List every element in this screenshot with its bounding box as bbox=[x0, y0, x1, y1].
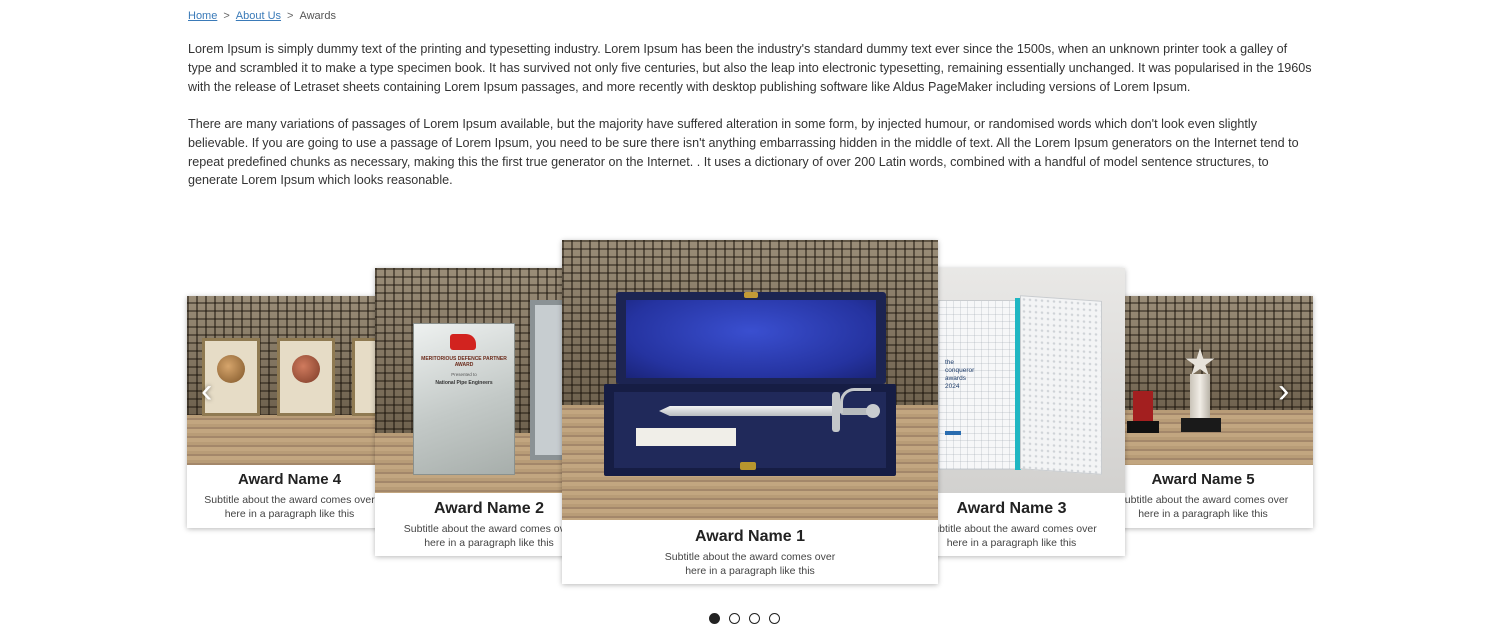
award-5-title: Award Name 5 bbox=[1151, 471, 1255, 488]
breadcrumb-separator: > bbox=[287, 10, 294, 22]
plaque-presented: Presented to bbox=[451, 372, 477, 377]
award-card-5[interactable]: Award Name 5 Subtitle about the award co… bbox=[1093, 296, 1313, 528]
breadcrumb-home-link[interactable]: Home bbox=[188, 10, 217, 22]
certificate-line1: the bbox=[945, 359, 955, 366]
breadcrumb: Home > About Us > Awards bbox=[188, 10, 336, 22]
prev-arrow[interactable]: ‹ bbox=[201, 374, 212, 408]
certificate-line2: conqueror bbox=[945, 367, 975, 374]
award-4-photo bbox=[187, 296, 392, 465]
award-4-subtitle: Subtitle about the award comes over here… bbox=[204, 494, 375, 520]
award-card-1[interactable]: Award Name 1 Subtitle about the award co… bbox=[562, 240, 938, 584]
award-4-title: Award Name 4 bbox=[237, 471, 342, 488]
award-1-subtitle: Subtitle about the award comes over here… bbox=[664, 551, 836, 577]
award-1-photo bbox=[562, 240, 938, 520]
carousel-pagination bbox=[709, 613, 780, 624]
award-1-title: Award Name 1 bbox=[695, 528, 805, 545]
chevron-left-icon: ‹ bbox=[201, 372, 213, 410]
breadcrumb-separator: > bbox=[223, 10, 230, 22]
pagination-dot-3[interactable] bbox=[749, 613, 760, 624]
pagination-dot-1[interactable] bbox=[709, 613, 720, 624]
plaque-recipient: National Pipe Engineers bbox=[435, 380, 493, 386]
certificate-line3: awards bbox=[945, 375, 966, 382]
secondary-paragraph: There are many variations of passages of… bbox=[188, 117, 1299, 188]
certificate-line4: 2024 bbox=[945, 383, 960, 390]
pagination-dot-4[interactable] bbox=[769, 613, 780, 624]
chevron-right-icon: › bbox=[1278, 372, 1290, 410]
breadcrumb-current: Awards bbox=[299, 10, 336, 22]
award-5-subtitle: Subtitle about the award comes over here… bbox=[1117, 494, 1289, 520]
next-arrow[interactable]: › bbox=[1278, 374, 1289, 408]
pagination-dot-2[interactable] bbox=[729, 613, 740, 624]
intro-paragraph: Lorem Ipsum is simply dummy text of the … bbox=[188, 42, 1312, 94]
plaque-heading: MERITORIOUS DEFENCE PARTNER AWARD bbox=[421, 356, 507, 368]
award-card-4[interactable]: Award Name 4 Subtitle about the award co… bbox=[187, 296, 392, 528]
breadcrumb-about-link[interactable]: About Us bbox=[236, 10, 281, 22]
